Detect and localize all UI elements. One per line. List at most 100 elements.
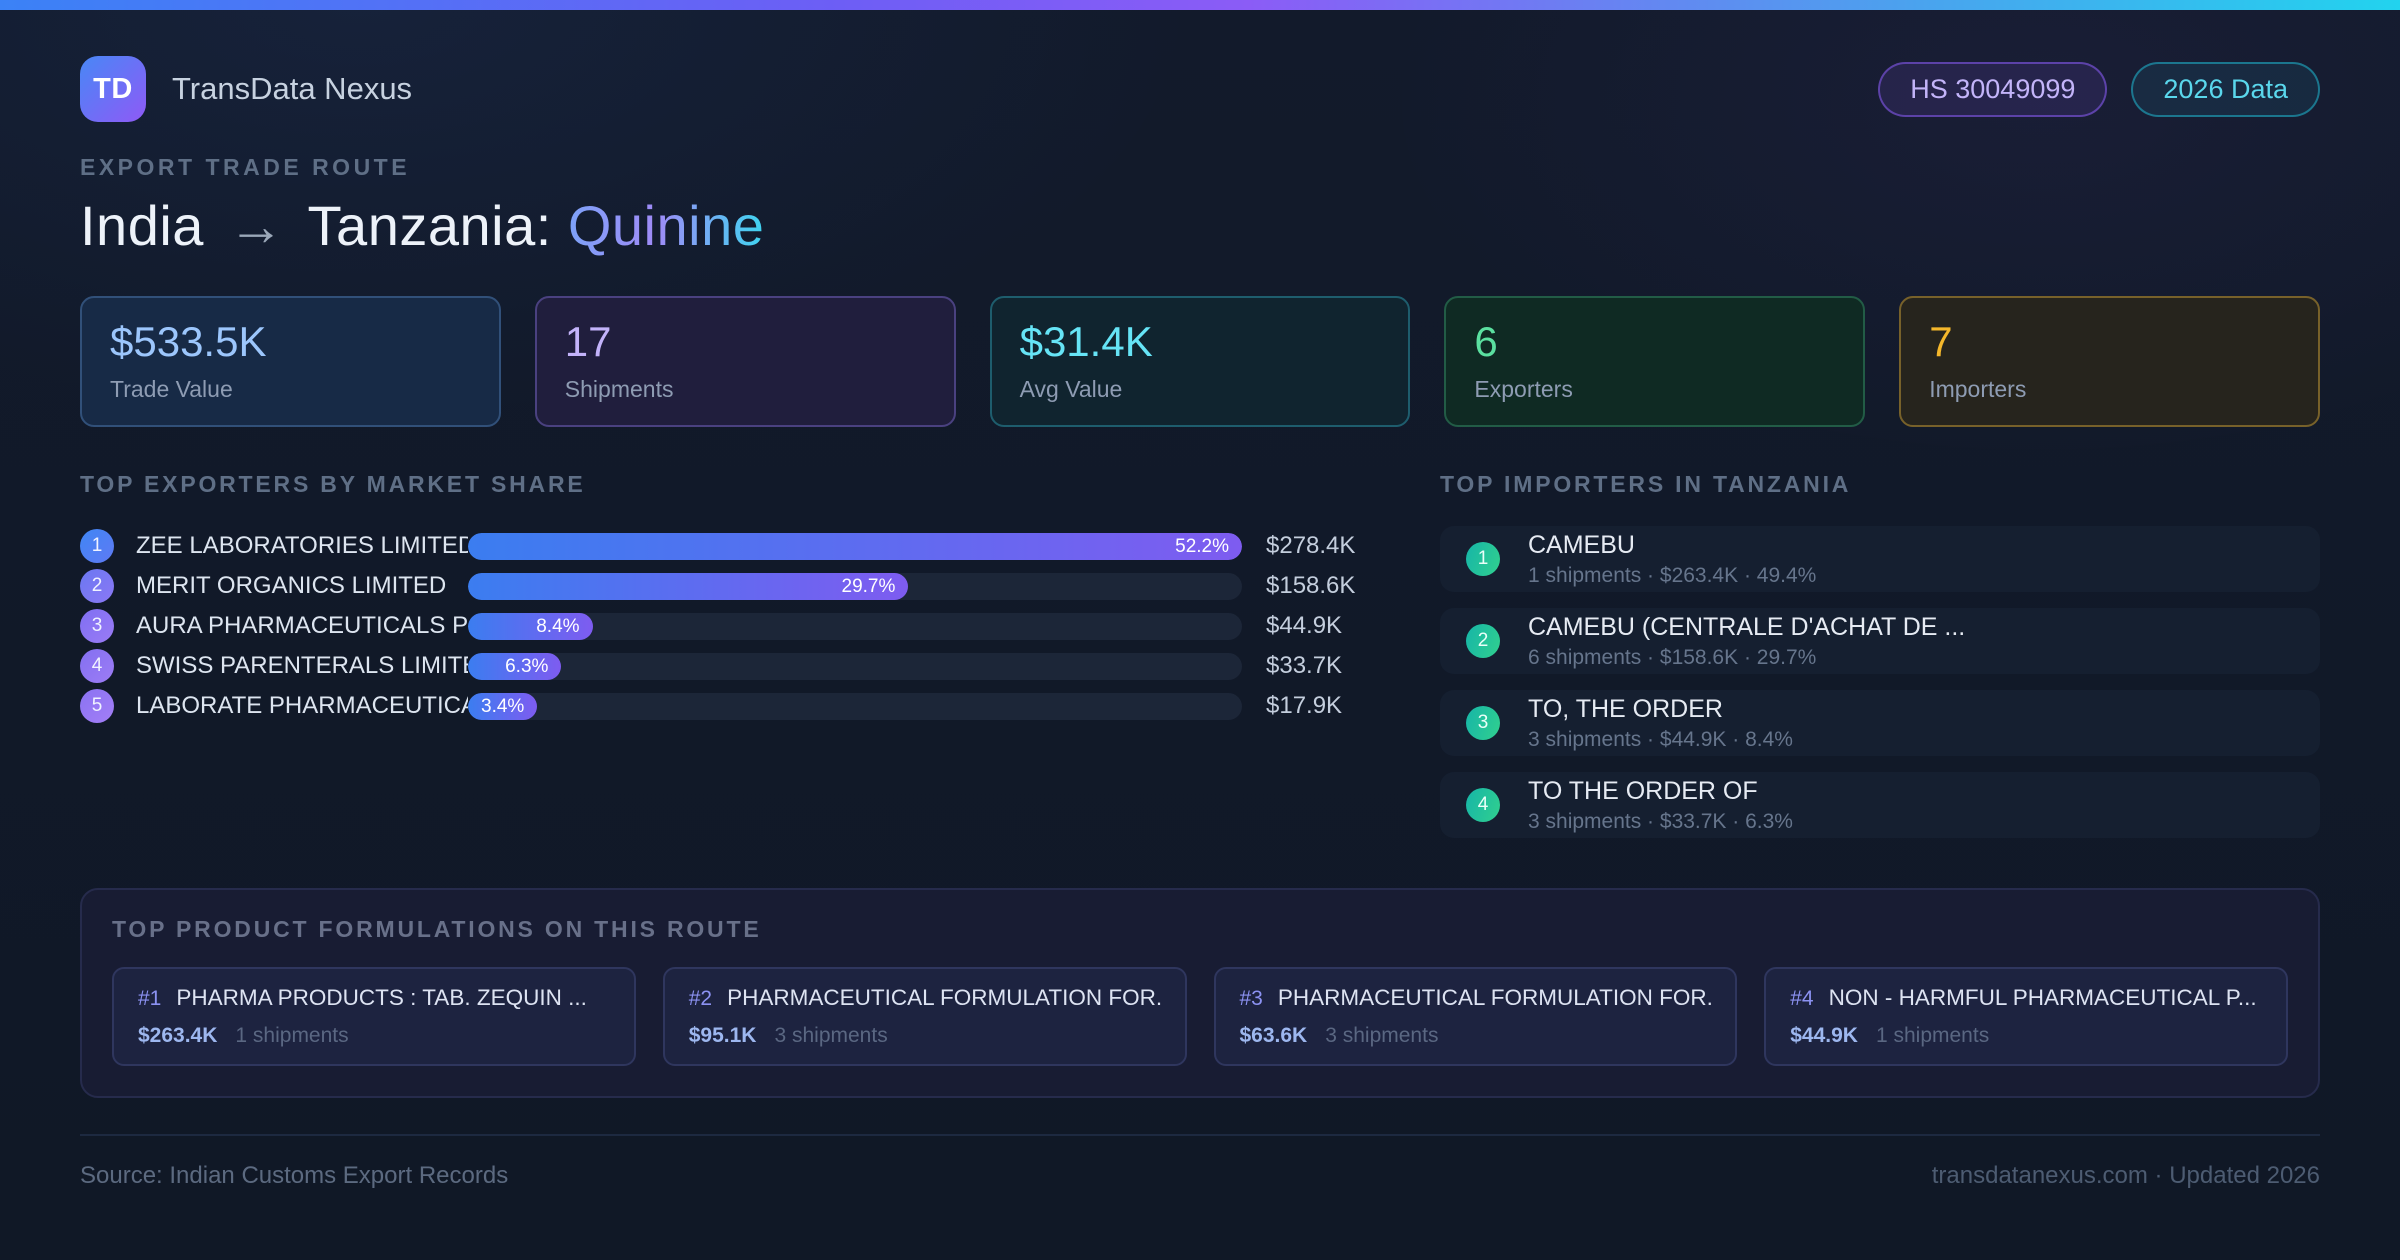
product-rank: #3 bbox=[1240, 987, 1263, 1011]
stat-card: 7 Importers bbox=[1899, 296, 2320, 427]
importers-section: TOP IMPORTERS IN TANZANIA 1 CAMEBU 1 shi… bbox=[1440, 471, 2320, 854]
exporter-row[interactable]: 2 MERIT ORGANICS LIMITED 29.7% $158.6K bbox=[80, 566, 1366, 606]
product-name: PHARMACEUTICAL FORMULATION FOR... bbox=[727, 985, 1160, 1011]
page-title: India → Tanzania: Quinine bbox=[80, 193, 2320, 258]
exporter-row[interactable]: 3 AURA PHARMACEUTICALS PRIVA... 8.4% $44… bbox=[80, 606, 1366, 646]
exporter-name: ZEE LABORATORIES LIMITED bbox=[136, 532, 468, 560]
stat-label: Shipments bbox=[565, 376, 926, 403]
market-share-bar-fill: 29.7% bbox=[468, 573, 908, 600]
importer-meta: 3 shipments · $33.7K · 6.3% bbox=[1528, 809, 1793, 834]
stat-value: 6 bbox=[1474, 318, 1835, 366]
product-card[interactable]: #2 PHARMACEUTICAL FORMULATION FOR... $95… bbox=[663, 967, 1187, 1066]
stat-cards: $533.5K Trade Value 17 Shipments $31.4K … bbox=[80, 296, 2320, 427]
importer-rank-badge: 3 bbox=[1466, 706, 1500, 740]
importer-item[interactable]: 4 TO THE ORDER OF 3 shipments · $33.7K ·… bbox=[1440, 772, 2320, 838]
importer-rank-badge: 1 bbox=[1466, 542, 1500, 576]
importer-meta: 6 shipments · $158.6K · 29.7% bbox=[1528, 645, 1965, 670]
product-shipments: 1 shipments bbox=[235, 1024, 348, 1048]
logo-icon: TD bbox=[80, 56, 146, 122]
product-value: $95.1K bbox=[689, 1024, 757, 1048]
importer-rank-badge: 4 bbox=[1466, 788, 1500, 822]
arrow-icon: → bbox=[220, 194, 293, 257]
product-card[interactable]: #3 PHARMACEUTICAL FORMULATION FOR... $63… bbox=[1214, 967, 1738, 1066]
importer-meta: 3 shipments · $44.9K · 8.4% bbox=[1528, 727, 1793, 752]
market-share-percent: 29.7% bbox=[842, 577, 896, 596]
stat-value: $533.5K bbox=[110, 318, 471, 366]
market-share-bar-fill: 52.2% bbox=[468, 533, 1242, 560]
product-name: PHARMACEUTICAL FORMULATION FOR... bbox=[1278, 985, 1711, 1011]
product-cards: #1 PHARMA PRODUCTS : TAB. ZEQUIN ... $26… bbox=[112, 967, 2288, 1066]
market-share-bar-fill: 3.4% bbox=[468, 693, 537, 720]
exporter-row[interactable]: 1 ZEE LABORATORIES LIMITED 52.2% $278.4K bbox=[80, 526, 1366, 566]
market-share-bar-fill: 6.3% bbox=[468, 653, 561, 680]
stat-label: Importers bbox=[1929, 376, 2290, 403]
footer: Source: Indian Customs Export Records tr… bbox=[80, 1134, 2320, 1190]
dashboard-page: TD TransData Nexus HS 30049099 2026 Data… bbox=[0, 10, 2400, 1190]
year-data-badge[interactable]: 2026 Data bbox=[2131, 62, 2320, 117]
market-share-bar-fill: 8.4% bbox=[468, 613, 593, 640]
stat-value: 17 bbox=[565, 318, 926, 366]
importer-name: TO, THE ORDER bbox=[1528, 695, 1793, 724]
product-rank: #2 bbox=[689, 987, 712, 1011]
importer-item[interactable]: 3 TO, THE ORDER 3 shipments · $44.9K · 8… bbox=[1440, 690, 2320, 756]
exporter-row[interactable]: 4 SWISS PARENTERALS LIMITED 6.3% $33.7K bbox=[80, 646, 1366, 686]
exporter-trade-value: $17.9K bbox=[1266, 692, 1366, 720]
exporter-rank-badge: 2 bbox=[80, 569, 114, 603]
product-rank: #1 bbox=[138, 987, 161, 1011]
product-card[interactable]: #4 NON - HARMFUL PHARMACEUTICAL P... $44… bbox=[1764, 967, 2288, 1066]
exporter-trade-value: $278.4K bbox=[1266, 532, 1366, 560]
stat-card: $533.5K Trade Value bbox=[80, 296, 501, 427]
product-rank: #4 bbox=[1790, 987, 1813, 1011]
market-share-percent: 52.2% bbox=[1175, 537, 1229, 556]
title-destination: Tanzania: bbox=[308, 194, 552, 257]
market-share-percent: 3.4% bbox=[481, 697, 524, 716]
title-product: Quinine bbox=[568, 194, 765, 257]
exporter-trade-value: $44.9K bbox=[1266, 612, 1366, 640]
title-origin: India bbox=[80, 194, 204, 257]
footer-site: transdatanexus.com · Updated 2026 bbox=[1932, 1162, 2320, 1190]
importers-heading: TOP IMPORTERS IN TANZANIA bbox=[1440, 471, 2320, 498]
exporter-name: MERIT ORGANICS LIMITED bbox=[136, 572, 468, 600]
header-badges: HS 30049099 2026 Data bbox=[1878, 62, 2320, 117]
market-share-bar-track: 8.4% bbox=[468, 613, 1242, 640]
stat-card: 17 Shipments bbox=[535, 296, 956, 427]
stat-card: $31.4K Avg Value bbox=[990, 296, 1411, 427]
hs-code-badge[interactable]: HS 30049099 bbox=[1878, 62, 2107, 117]
stat-label: Avg Value bbox=[1020, 376, 1381, 403]
market-share-bar-track: 6.3% bbox=[468, 653, 1242, 680]
importer-rank-badge: 2 bbox=[1466, 624, 1500, 658]
exporter-trade-value: $158.6K bbox=[1266, 572, 1366, 600]
product-card[interactable]: #1 PHARMA PRODUCTS : TAB. ZEQUIN ... $26… bbox=[112, 967, 636, 1066]
exporters-list: 1 ZEE LABORATORIES LIMITED 52.2% $278.4K… bbox=[80, 526, 1366, 726]
exporter-trade-value: $33.7K bbox=[1266, 652, 1366, 680]
exporter-name: SWISS PARENTERALS LIMITED bbox=[136, 652, 468, 680]
product-value: $263.4K bbox=[138, 1024, 217, 1048]
top-accent-bar bbox=[0, 0, 2400, 10]
header: TD TransData Nexus HS 30049099 2026 Data bbox=[80, 56, 2320, 122]
importer-item[interactable]: 2 CAMEBU (CENTRALE D'ACHAT DE ... 6 ship… bbox=[1440, 608, 2320, 674]
products-panel: TOP PRODUCT FORMULATIONS ON THIS ROUTE #… bbox=[80, 888, 2320, 1098]
products-heading: TOP PRODUCT FORMULATIONS ON THIS ROUTE bbox=[112, 916, 2288, 943]
importer-name: CAMEBU (CENTRALE D'ACHAT DE ... bbox=[1528, 613, 1965, 642]
market-share-bar-track: 52.2% bbox=[468, 533, 1242, 560]
stat-value: $31.4K bbox=[1020, 318, 1381, 366]
product-name: NON - HARMFUL PHARMACEUTICAL P... bbox=[1829, 985, 2257, 1011]
market-share-percent: 8.4% bbox=[536, 617, 579, 636]
importers-list: 1 CAMEBU 1 shipments · $263.4K · 49.4% 2… bbox=[1440, 526, 2320, 838]
stat-label: Trade Value bbox=[110, 376, 471, 403]
footer-source: Source: Indian Customs Export Records bbox=[80, 1162, 508, 1190]
product-name: PHARMA PRODUCTS : TAB. ZEQUIN ... bbox=[176, 985, 586, 1011]
exporter-name: LABORATE PHARMACEUTICAL IN... bbox=[136, 692, 468, 720]
stat-label: Exporters bbox=[1474, 376, 1835, 403]
exporter-name: AURA PHARMACEUTICALS PRIVA... bbox=[136, 612, 468, 640]
market-share-bar-track: 3.4% bbox=[468, 693, 1242, 720]
product-value: $44.9K bbox=[1790, 1024, 1858, 1048]
exporter-row[interactable]: 5 LABORATE PHARMACEUTICAL IN... 3.4% $17… bbox=[80, 686, 1366, 726]
exporters-heading: TOP EXPORTERS BY MARKET SHARE bbox=[80, 471, 1366, 498]
market-share-percent: 6.3% bbox=[505, 657, 548, 676]
importer-meta: 1 shipments · $263.4K · 49.4% bbox=[1528, 563, 1816, 588]
exporter-rank-badge: 5 bbox=[80, 689, 114, 723]
importer-item[interactable]: 1 CAMEBU 1 shipments · $263.4K · 49.4% bbox=[1440, 526, 2320, 592]
product-value: $63.6K bbox=[1240, 1024, 1308, 1048]
brand: TD TransData Nexus bbox=[80, 56, 412, 122]
